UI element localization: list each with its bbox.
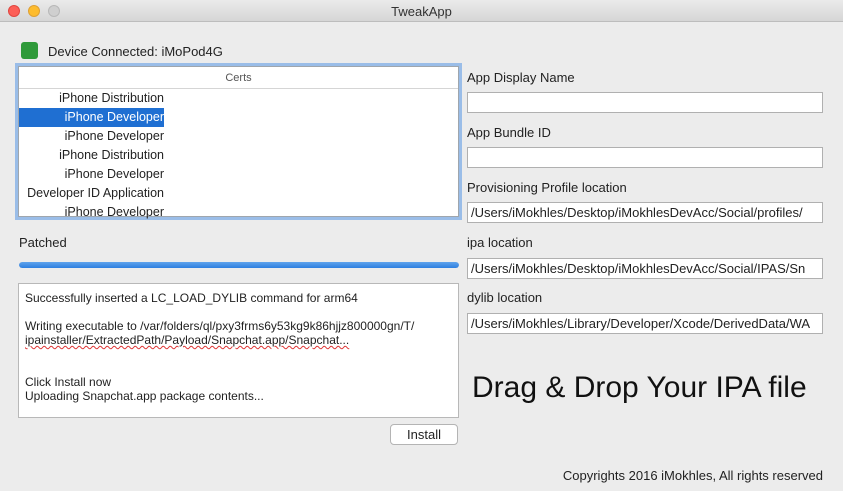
cert-item-label: iPhone Developer [64,129,164,143]
app-display-name-field[interactable] [467,92,823,113]
log-line: ipainstaller/ExtractedPath/Payload/Snapc… [25,333,350,347]
log-line: Click Install now [25,375,112,389]
cert-item-label: iPhone Developer [64,205,164,219]
cert-item[interactable]: iPhone Developer [19,165,164,184]
provisioning-profile-field[interactable] [467,202,823,223]
cert-item-label: iPhone Developer [64,167,164,181]
cert-item-label: iPhone Distribution [59,148,164,162]
install-button[interactable]: Install [390,424,458,445]
log-line: Uploading Snapchat.app package contents.… [25,389,264,403]
copyright-footer: Copyrights 2016 iMokhles, All rights res… [562,468,823,483]
device-status-label: Device Connected: iMoPod4G [48,44,223,59]
certs-list[interactable]: iPhone Distribution iPhone Developer iPhon… [19,89,458,222]
drop-zone-label[interactable]: Drag & Drop Your IPA file [472,371,807,405]
certs-column-header[interactable]: Certs [19,67,458,89]
cert-item[interactable]: iPhone Developer [19,203,164,222]
cert-item[interactable]: iPhone Developer [19,108,164,127]
device-status-indicator [21,42,38,59]
progress-bar-fill [19,262,459,268]
cert-item-label: iPhone Distribution [59,91,164,105]
cert-item[interactable]: iPhone Distribution [19,146,164,165]
app-bundle-id-field[interactable] [467,147,823,168]
log-line: Successfully inserted a LC_LOAD_DYLIB co… [25,291,358,305]
log-line: Writing executable to /var/folders/ql/px… [25,319,415,333]
cert-item-label: Developer ID Application [27,186,164,200]
progress-label: Patched [19,235,67,250]
certs-table[interactable]: Certs iPhone Distribution iPhone Develope… [18,66,459,219]
cert-item-label: iPhone Developer [64,110,164,124]
cert-item[interactable]: iPhone Distribution [19,89,164,108]
ipa-location-field[interactable] [467,258,823,279]
dylib-location-label: dylib location [467,290,543,305]
cert-item[interactable]: iPhone Developer [19,127,164,146]
window-title: TweakApp [391,4,452,19]
ipa-location-label: ipa location [467,235,533,250]
progress-bar [19,262,459,268]
dylib-location-field[interactable] [467,313,823,334]
cert-item[interactable]: Developer ID Application [19,184,164,203]
window-titlebar[interactable]: TweakApp [0,0,843,22]
log-output[interactable]: Successfully inserted a LC_LOAD_DYLIB co… [18,283,459,418]
app-display-name-label: App Display Name [467,70,575,85]
app-bundle-id-label: App Bundle ID [467,125,551,140]
provisioning-profile-label: Provisioning Profile location [467,180,627,195]
